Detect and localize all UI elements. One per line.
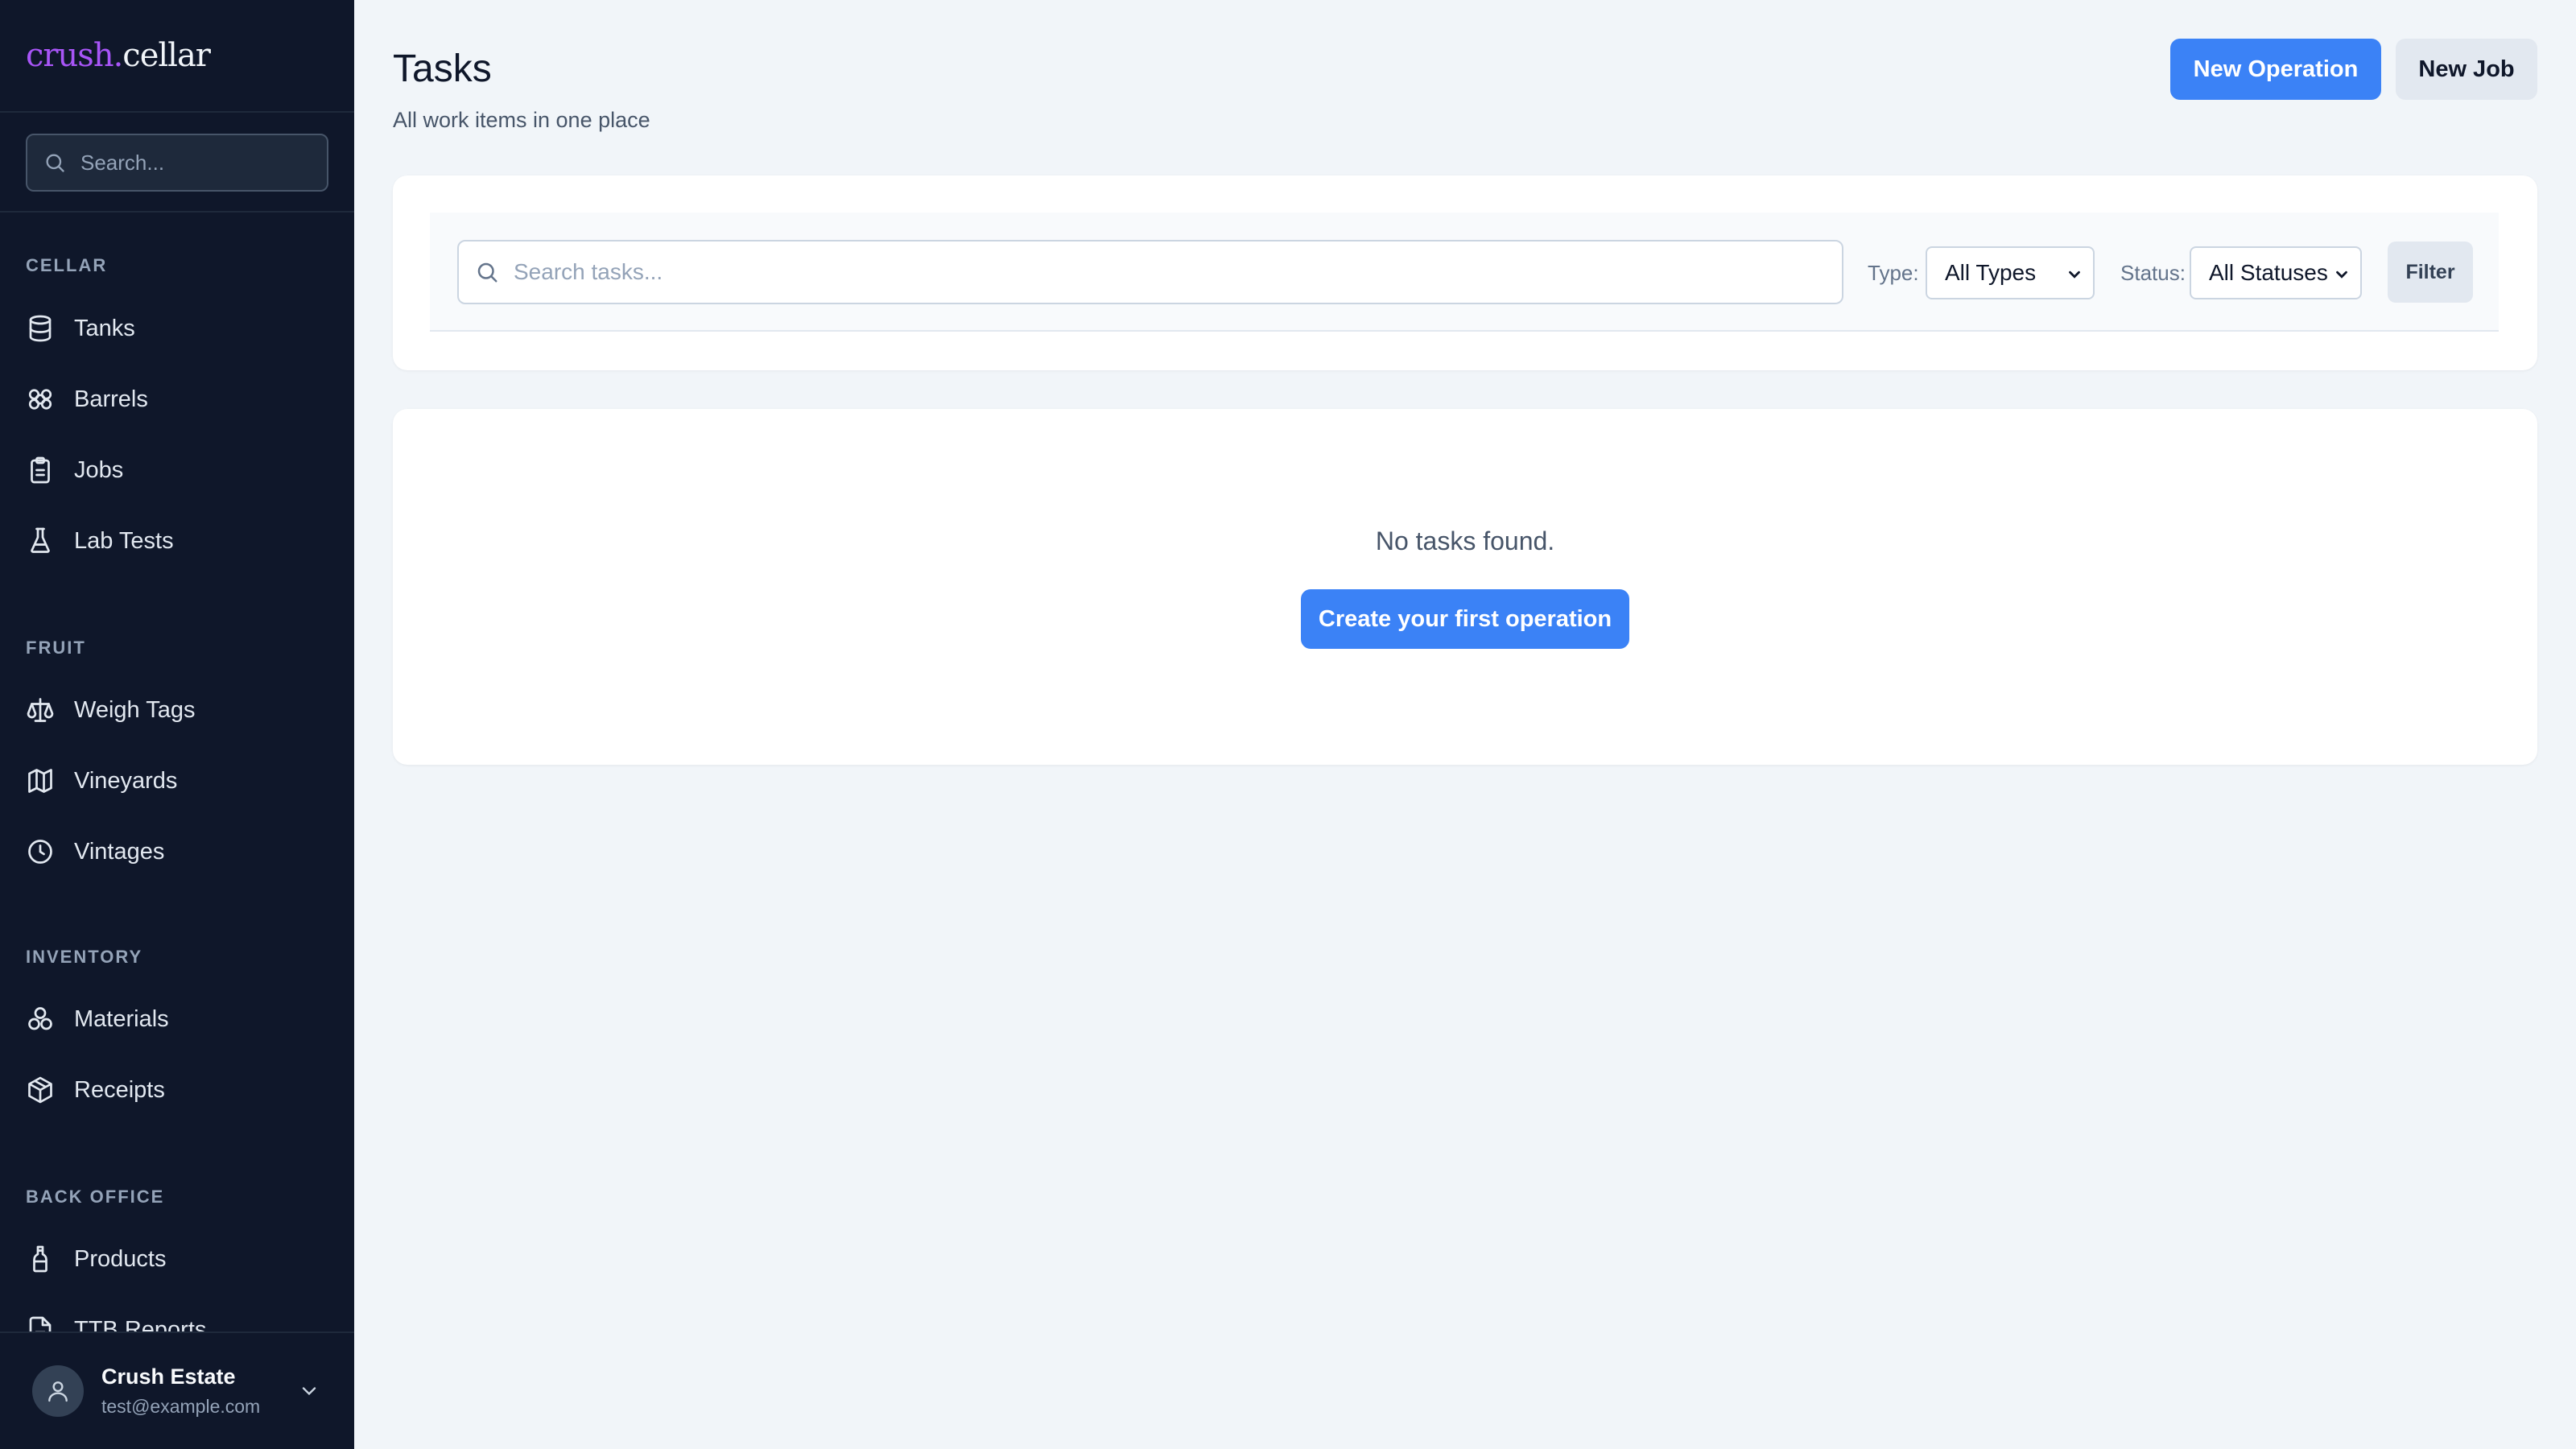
type-filter-label: Type: bbox=[1868, 261, 1919, 285]
sidebar-item-vineyards[interactable]: Vineyards bbox=[0, 749, 354, 813]
sidebar-item-ttb-reports[interactable]: TTB Reports bbox=[0, 1298, 354, 1331]
scale-icon bbox=[27, 698, 54, 722]
sidebar-item-receipts[interactable]: Receipts bbox=[0, 1058, 354, 1122]
sidebar-item-label: Jobs bbox=[74, 456, 124, 483]
status-select-value: All Statuses bbox=[2209, 260, 2328, 285]
user-email: test@example.com bbox=[101, 1396, 261, 1417]
file-report-icon bbox=[29, 1316, 52, 1331]
chevron-down-icon bbox=[2069, 270, 2080, 279]
section-label-fruit: FRUIT bbox=[26, 638, 86, 658]
section-label-back-office: BACK OFFICE bbox=[26, 1187, 165, 1207]
sidebar-item-vintages[interactable]: Vintages bbox=[0, 819, 354, 884]
sidebar-search[interactable] bbox=[26, 134, 328, 192]
sidebar-item-label: Products bbox=[74, 1245, 167, 1272]
database-icon bbox=[29, 315, 52, 342]
sidebar-item-lab-tests[interactable]: Lab Tests bbox=[0, 509, 354, 573]
filter-button[interactable]: Filter bbox=[2388, 242, 2473, 303]
page-subtitle: All work items in one place bbox=[393, 108, 650, 132]
create-first-operation-button[interactable]: Create your first operation bbox=[1301, 589, 1629, 649]
status-select[interactable]: All Statuses bbox=[2190, 246, 2362, 299]
brand-logo-part1: crush. bbox=[26, 37, 123, 74]
package-icon bbox=[28, 1076, 52, 1104]
barrels-icon bbox=[28, 389, 52, 410]
empty-state-message: No tasks found. bbox=[1375, 526, 1555, 555]
task-search-input[interactable] bbox=[514, 259, 1802, 285]
user-name: Crush Estate bbox=[101, 1364, 236, 1389]
sidebar-item-jobs[interactable]: Jobs bbox=[0, 438, 354, 502]
sidebar-item-label: Receipts bbox=[74, 1076, 165, 1103]
new-operation-button[interactable]: New Operation bbox=[2170, 39, 2381, 100]
sidebar-search-container bbox=[0, 113, 354, 213]
sidebar-item-label: Vineyards bbox=[74, 767, 178, 794]
search-icon bbox=[477, 262, 497, 283]
sidebar-item-label: Lab Tests bbox=[74, 527, 174, 554]
sidebar-nav: CELLAR Tanks Barrels Jobs Lab Tests FRUI… bbox=[0, 213, 354, 1331]
sidebar-item-materials[interactable]: Materials bbox=[0, 987, 354, 1051]
map-icon bbox=[28, 769, 52, 793]
chevron-down-icon bbox=[2336, 270, 2347, 279]
sidebar-item-label: Materials bbox=[74, 1005, 169, 1032]
brand-logo-part2: cellar bbox=[122, 37, 211, 74]
sidebar-item-barrels[interactable]: Barrels bbox=[0, 367, 354, 431]
sidebar-item-label: Weigh Tags bbox=[74, 696, 196, 723]
type-select[interactable]: All Types bbox=[1926, 246, 2095, 299]
sidebar-item-label: Tanks bbox=[74, 315, 135, 341]
new-job-button[interactable]: New Job bbox=[2396, 39, 2537, 100]
sidebar-item-weigh-tags[interactable]: Weigh Tags bbox=[0, 678, 354, 742]
brand-logo[interactable]: crush. cellar bbox=[0, 0, 354, 113]
task-search[interactable] bbox=[457, 240, 1843, 304]
sidebar-item-label: TTB Reports bbox=[74, 1316, 207, 1332]
flask-icon bbox=[31, 527, 50, 553]
chevron-down-icon[interactable] bbox=[298, 1380, 320, 1402]
user-info: Crush Estate test@example.com bbox=[101, 1364, 260, 1418]
user-icon bbox=[48, 1381, 68, 1402]
bottle-icon bbox=[33, 1245, 47, 1273]
clock-icon bbox=[28, 840, 52, 864]
page-title: Tasks bbox=[393, 47, 492, 90]
section-label-inventory: INVENTORY bbox=[26, 947, 143, 967]
sidebar: crush.cellar CELLAR Tanks Barrels Jobs L… bbox=[0, 0, 354, 1449]
sidebar-search-input[interactable] bbox=[80, 150, 306, 175]
status-filter-label: Status: bbox=[2120, 261, 2186, 285]
tasks-card bbox=[393, 409, 2537, 765]
sidebar-item-tanks[interactable]: Tanks bbox=[0, 296, 354, 361]
sidebar-item-label: Vintages bbox=[74, 838, 165, 865]
search-icon bbox=[46, 154, 64, 172]
clipboard-icon bbox=[31, 456, 50, 484]
sidebar-item-products[interactable]: Products bbox=[0, 1227, 354, 1291]
type-select-value: All Types bbox=[1945, 260, 2037, 285]
user-menu[interactable]: Crush Estate test@example.com bbox=[0, 1331, 354, 1449]
avatar bbox=[32, 1365, 84, 1417]
section-label-cellar: CELLAR bbox=[26, 255, 108, 275]
sidebar-item-label: Barrels bbox=[74, 386, 148, 412]
shapes-icon bbox=[28, 1007, 52, 1030]
